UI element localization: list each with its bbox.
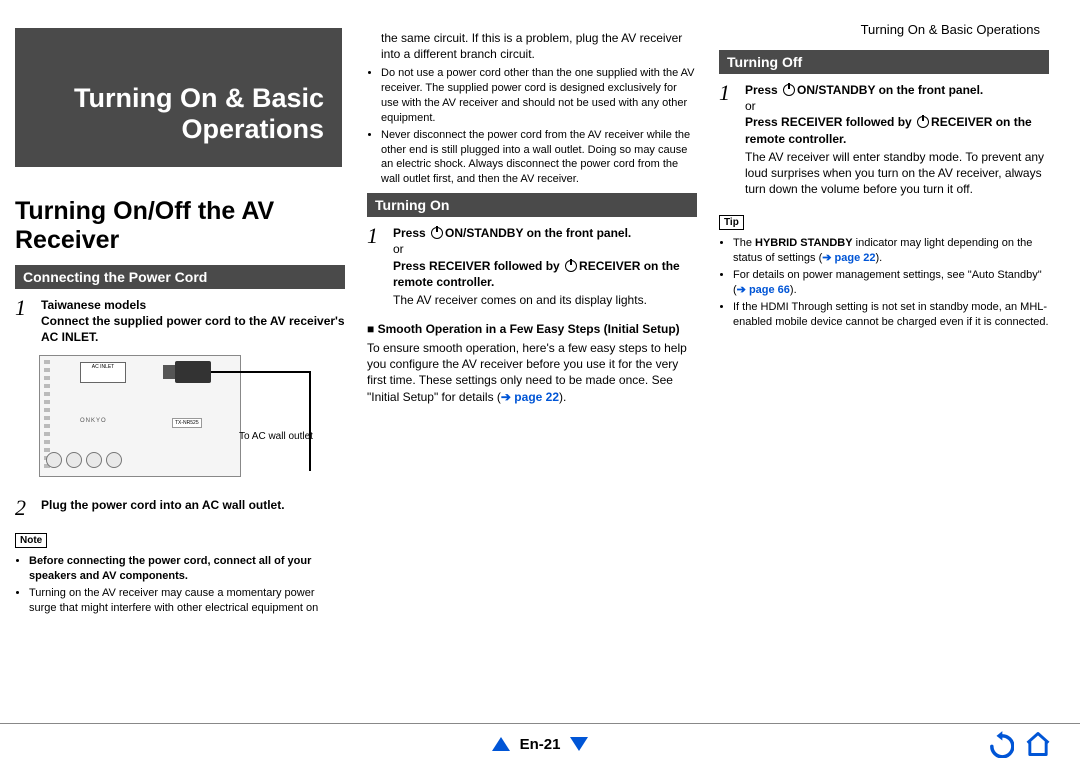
page-content: Turning On & Basic Operations Turning On…: [0, 0, 1080, 618]
note-label: Note: [15, 533, 47, 548]
back-icon[interactable]: [986, 730, 1014, 758]
step-2: 2 Plug the power cord into an AC wall ou…: [15, 497, 345, 519]
power-icon: [917, 116, 929, 128]
tip-item: The HYBRID STANDBY indicator may light d…: [733, 236, 1049, 266]
warning-item: Do not use a power cord other than the o…: [381, 66, 697, 125]
chapter-title: Turning On & Basic Operations: [15, 28, 342, 167]
step-instruction: Plug the power cord into an AC wall outl…: [41, 497, 285, 519]
step-instruction: Press ON/STANDBY on the front panel.: [393, 225, 697, 241]
home-icon[interactable]: [1024, 730, 1052, 758]
step-1: 1 Taiwanese models Connect the supplied …: [15, 297, 345, 346]
power-icon: [783, 84, 795, 96]
next-page-button[interactable]: [570, 737, 588, 751]
power-cord-diagram: AC INLET ONKYO TX-NR525 To AC wall outle…: [39, 351, 329, 491]
note-list: Before connecting the power cord, connec…: [15, 554, 345, 615]
section-turning-on: Turning On: [367, 193, 697, 217]
step-number: 2: [15, 497, 33, 519]
diagram-label: To AC wall outlet: [239, 431, 313, 442]
column-2: the same circuit. If this is a problem, …: [367, 28, 697, 618]
step-result: The AV receiver will enter standby mode.…: [745, 149, 1049, 198]
ac-inlet-label: AC INLET: [80, 362, 126, 383]
step-instruction: Press ON/STANDBY on the front panel.: [745, 82, 1049, 98]
step-instruction: Press RECEIVER followed by RECEIVER on t…: [393, 258, 697, 290]
tip-item: If the HDMI Through setting is not set i…: [733, 300, 1049, 330]
step-number: 1: [719, 82, 737, 201]
footer: En-21: [0, 723, 1080, 764]
column-3: Turning Off 1 Press ON/STANDBY on the fr…: [719, 44, 1049, 618]
page-link-66[interactable]: ➔ page 66: [737, 284, 790, 296]
step-subtitle: Taiwanese models: [41, 297, 345, 313]
tip-item: For details on power management settings…: [733, 268, 1049, 298]
power-icon: [565, 260, 577, 272]
note-item: Turning on the AV receiver may cause a m…: [29, 586, 345, 616]
step-number: 1: [367, 225, 385, 312]
prev-page-button[interactable]: [492, 737, 510, 751]
step-instruction: Connect the supplied power cord to the A…: [41, 313, 345, 345]
step-1: 1 Press ON/STANDBY on the front panel. o…: [367, 225, 697, 312]
step-1: 1 Press ON/STANDBY on the front panel. o…: [719, 82, 1049, 201]
warning-item: Never disconnect the power cord from the…: [381, 128, 697, 187]
page-link-22[interactable]: ➔ page 22: [501, 390, 559, 404]
page-title: Turning On/Off the AV Receiver: [15, 197, 345, 255]
or-text: or: [745, 98, 1049, 114]
power-icon: [431, 227, 443, 239]
tip-label: Tip: [719, 215, 744, 230]
section-connecting-power: Connecting the Power Cord: [15, 265, 345, 289]
step-instruction: Press RECEIVER followed by RECEIVER on t…: [745, 114, 1049, 146]
step-result: The AV receiver comes on and its display…: [393, 292, 697, 308]
page-link-22[interactable]: ➔ page 22: [822, 252, 875, 264]
subsection-body: To ensure smooth operation, here's a few…: [367, 340, 697, 405]
or-text: or: [393, 241, 697, 257]
warning-list: Do not use a power cord other than the o…: [367, 66, 697, 187]
step-number: 1: [15, 297, 33, 346]
tip-list: The HYBRID STANDBY indicator may light d…: [719, 236, 1049, 329]
subsection-initial-setup: Smooth Operation in a Few Easy Steps (In…: [367, 322, 697, 336]
breadcrumb: Turning On & Basic Operations: [0, 22, 1040, 37]
page-number: En-21: [520, 736, 561, 753]
section-turning-off: Turning Off: [719, 50, 1049, 74]
note-item: Before connecting the power cord, connec…: [29, 555, 311, 582]
column-1: Turning On & Basic Operations Turning On…: [15, 28, 345, 618]
